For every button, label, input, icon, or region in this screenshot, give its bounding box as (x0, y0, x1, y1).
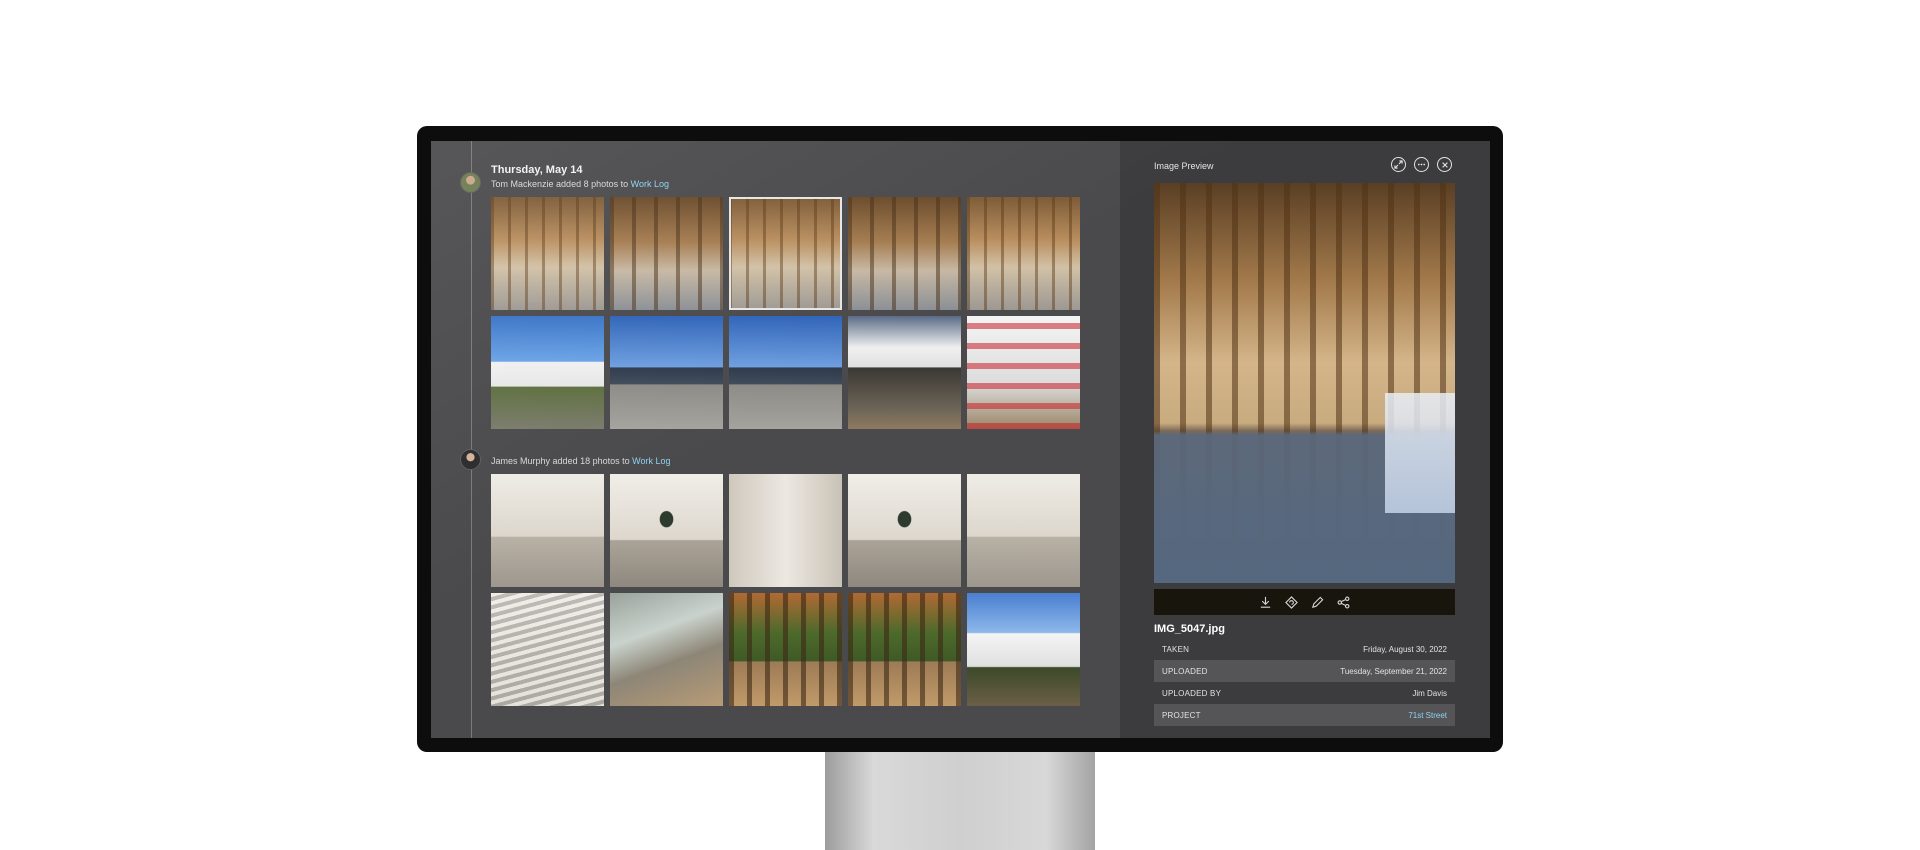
photo-thumbnail-selected[interactable] (729, 197, 842, 310)
date-heading: Thursday, May 14 (491, 164, 583, 176)
avatar-tom-mackenzie[interactable] (460, 172, 481, 193)
photo-thumbnail[interactable] (610, 197, 723, 310)
timeline-line (471, 141, 472, 738)
detail-row-taken: TAKEN Friday, August 30, 2022 (1154, 638, 1455, 660)
photo-thumbnail[interactable] (967, 316, 1080, 429)
photo-thumbnail[interactable] (848, 593, 961, 706)
share-icon[interactable] (1336, 594, 1352, 610)
photo-thumbnail[interactable] (729, 316, 842, 429)
image-preview-panel: Image Preview IMG_5047.jpg TAKEN Friday,… (1120, 141, 1490, 738)
close-icon[interactable] (1437, 157, 1452, 172)
detail-row-uploaded: UPLOADED Tuesday, September 21, 2022 (1154, 660, 1455, 682)
photo-grid (491, 197, 1080, 429)
download-icon[interactable] (1258, 594, 1274, 610)
photo-grid (491, 474, 1080, 706)
detail-value: Friday, August 30, 2022 (1363, 644, 1447, 654)
work-log-link[interactable]: Work Log (632, 456, 670, 466)
detail-row-project: PROJECT 71st Street (1154, 704, 1455, 726)
image-filename: IMG_5047.jpg (1154, 623, 1225, 635)
photo-thumbnail[interactable] (491, 197, 604, 310)
photo-thumbnail[interactable] (729, 474, 842, 587)
monitor-stand (825, 750, 1095, 850)
photo-feed: Thursday, May 14 Tom Mackenzie added 8 p… (431, 141, 1120, 738)
activity-line: Tom Mackenzie added 8 photos to Work Log (491, 179, 669, 189)
photo-thumbnail[interactable] (610, 593, 723, 706)
preview-image (1154, 183, 1455, 583)
detail-label: UPLOADED BY (1162, 688, 1222, 698)
photo-thumbnail[interactable] (848, 316, 961, 429)
photo-thumbnail[interactable] (610, 316, 723, 429)
activity-action: added 18 photos to (552, 456, 630, 466)
image-details: TAKEN Friday, August 30, 2022 UPLOADED T… (1154, 638, 1455, 726)
photo-thumbnail[interactable] (491, 593, 604, 706)
photo-thumbnail[interactable] (491, 474, 604, 587)
photo-thumbnail[interactable] (848, 197, 961, 310)
edit-icon[interactable] (1310, 594, 1326, 610)
detail-row-uploaded-by: UPLOADED BY Jim Davis (1154, 682, 1455, 704)
app-screen: Thursday, May 14 Tom Mackenzie added 8 p… (431, 141, 1490, 738)
project-link[interactable]: 71st Street (1408, 711, 1447, 720)
rotate-icon[interactable] (1284, 594, 1300, 610)
detail-value: Tuesday, September 21, 2022 (1340, 666, 1447, 676)
activity-user[interactable]: James Murphy (491, 456, 550, 466)
detail-label: UPLOADED (1162, 666, 1208, 676)
preview-title: Image Preview (1154, 161, 1214, 171)
expand-icon[interactable] (1391, 157, 1406, 172)
detail-label: PROJECT (1162, 710, 1201, 720)
preview-toolbar (1154, 589, 1455, 615)
photo-thumbnail[interactable] (848, 474, 961, 587)
photo-thumbnail[interactable] (610, 474, 723, 587)
photo-thumbnail[interactable] (491, 316, 604, 429)
detail-label: TAKEN (1162, 644, 1190, 654)
photo-thumbnail[interactable] (729, 593, 842, 706)
detail-value: Jim Davis (1412, 688, 1447, 698)
work-log-link[interactable]: Work Log (631, 179, 669, 189)
more-icon[interactable] (1414, 157, 1429, 172)
photo-thumbnail[interactable] (967, 197, 1080, 310)
photo-thumbnail[interactable] (967, 593, 1080, 706)
activity-user[interactable]: Tom Mackenzie (491, 179, 554, 189)
activity-line: James Murphy added 18 photos to Work Log (491, 456, 671, 466)
avatar-james-murphy[interactable] (460, 449, 481, 470)
activity-action: added 8 photos to (556, 179, 629, 189)
photo-thumbnail[interactable] (967, 474, 1080, 587)
